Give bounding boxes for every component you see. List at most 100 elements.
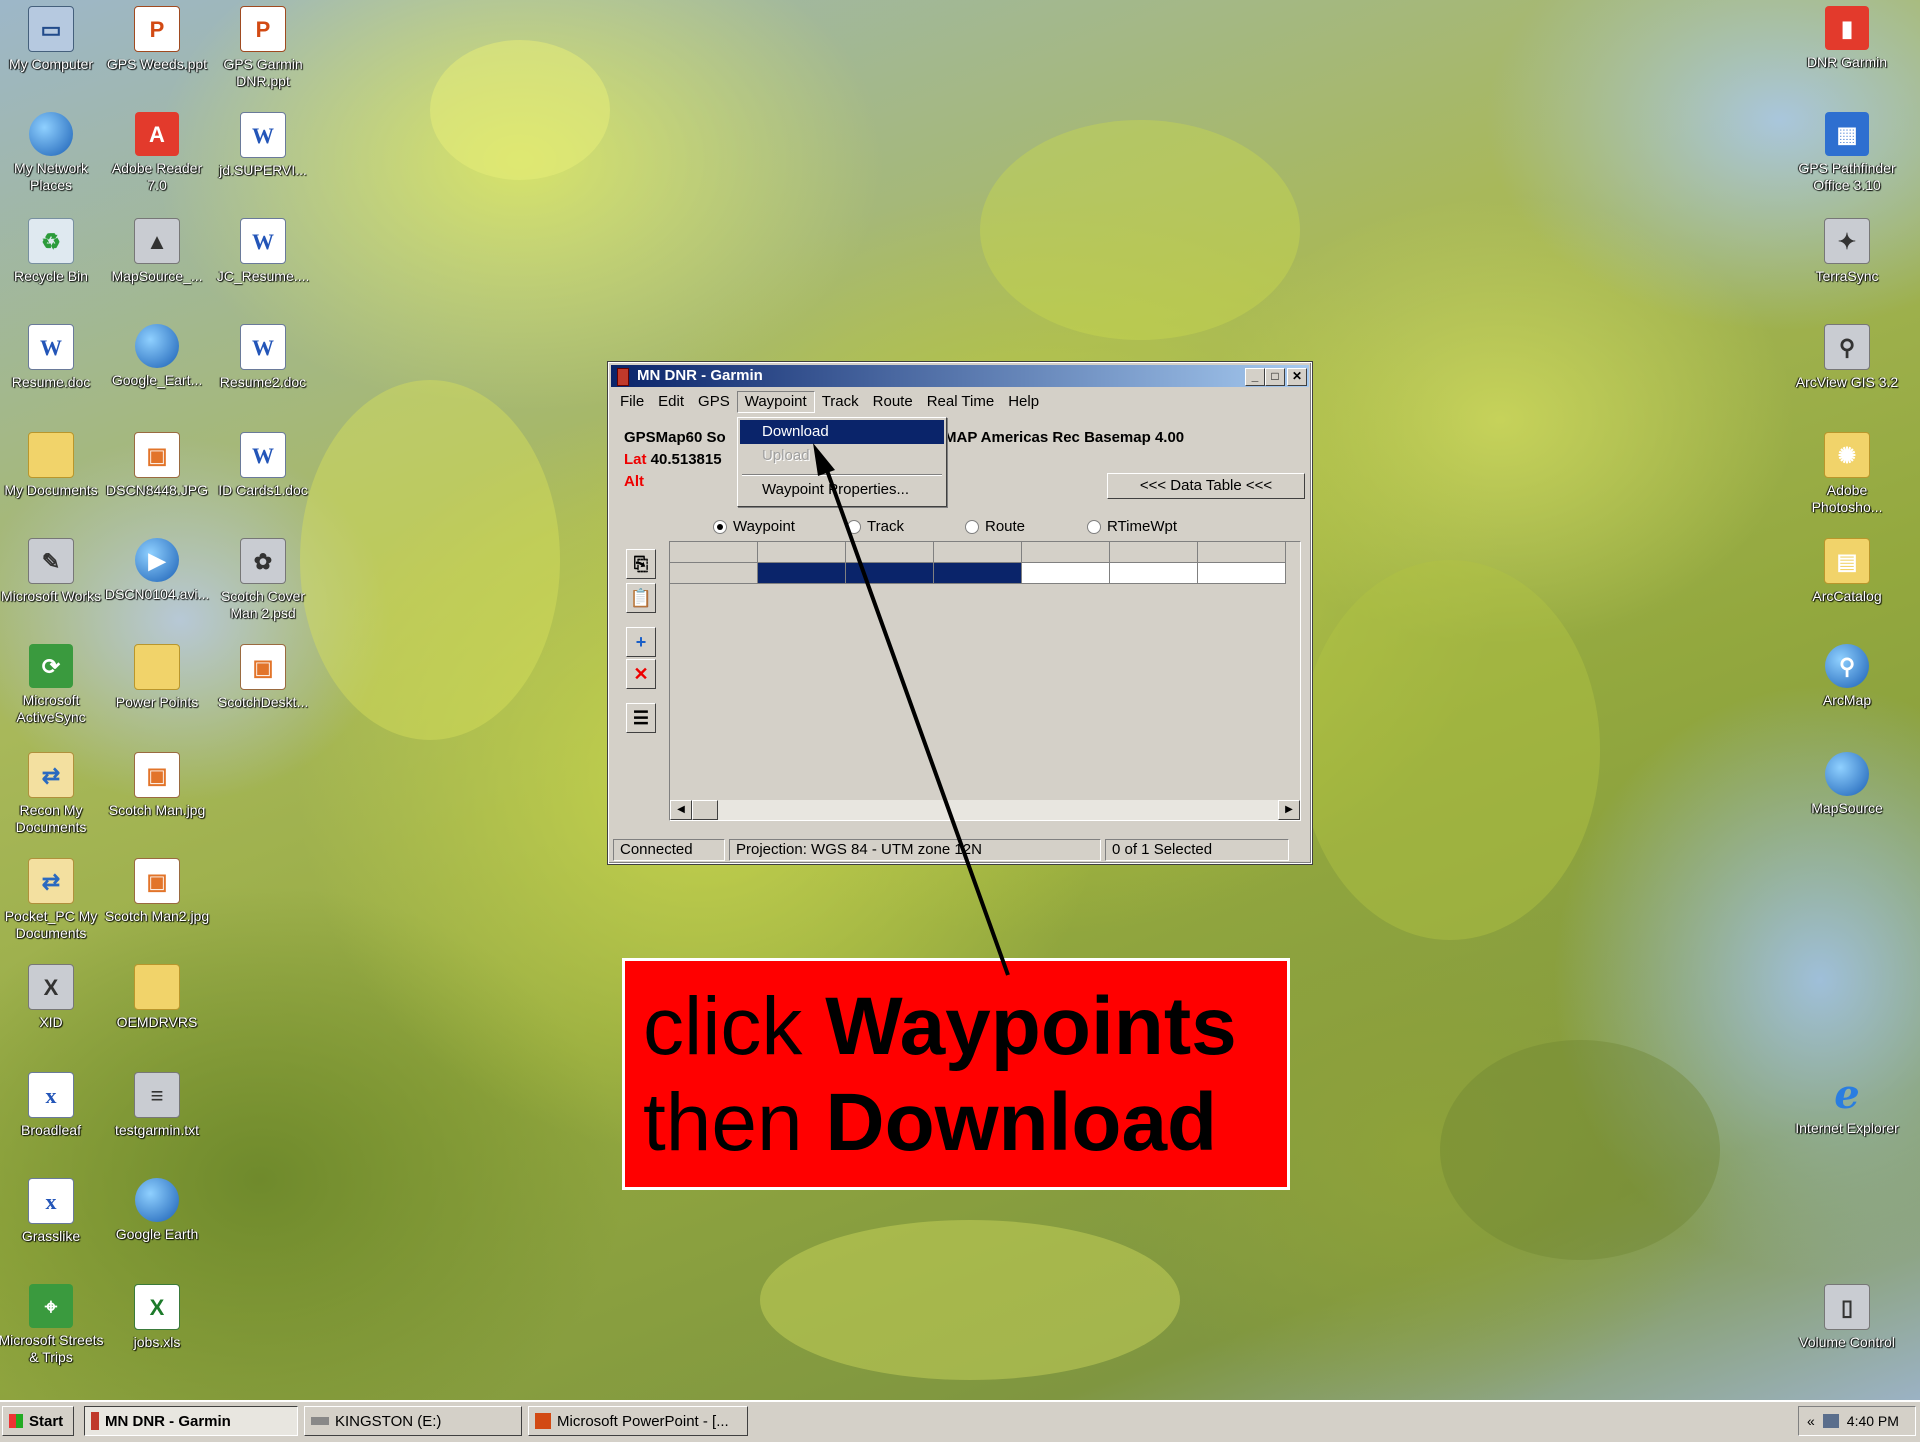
desktop-icon-scotch-man2-jpg[interactable]: ▣ Scotch Man2.jpg [104,858,210,925]
desktop-icon-dscn0104[interactable]: ▶ DSCN0104.avi... [104,538,210,603]
desktop-icon-streets-trips[interactable]: ⌖ Microsoft Streets & Trips [0,1284,104,1366]
desktop-icon-google-earth-installer[interactable]: Google_Eart... [104,324,210,389]
desktop-icon-mapsource[interactable]: MapSource [1794,752,1900,817]
properties-button[interactable]: ☰ [626,703,656,733]
desktop-icon-scotch-man-jpg[interactable]: ▣ Scotch Man.jpg [104,752,210,819]
menu-real-time[interactable]: Real Time [920,391,1002,413]
desktop-icon-jc-resume[interactable]: W JC_Resume.... [210,218,316,285]
scroll-thumb[interactable] [692,800,718,820]
word-document-icon: W [240,432,286,478]
desktop-icon-broadleaf[interactable]: x Broadleaf [0,1072,104,1139]
desktop-icon-power-points[interactable]: Power Points [104,644,210,711]
waypoint-table[interactable]: ◀ ▶ [669,541,1301,821]
paste-button[interactable]: 📋 [626,583,656,613]
window-titlebar[interactable]: MN DNR - Garmin _ □ ✕ [611,365,1309,387]
table-cell[interactable] [1198,563,1286,584]
desktop-icon-scotchdeskt[interactable]: ▣ ScotchDeskt... [210,644,316,711]
desktop-icon-gps-pathfinder[interactable]: ▦ GPS Pathfinder Office 3.10 [1794,112,1900,194]
table-cell[interactable] [1110,563,1198,584]
menu-bar: File Edit GPS Waypoint Track Route Real … [613,391,1046,413]
data-table-button[interactable]: <<< Data Table <<< [1107,473,1305,499]
desktop-icon-resume2-doc[interactable]: W Resume2.doc [210,324,316,391]
desktop-icon-google-earth[interactable]: Google Earth [104,1178,210,1243]
table-cell[interactable] [1022,563,1110,584]
menu-route[interactable]: Route [866,391,920,413]
menu-gps[interactable]: GPS [691,391,737,413]
taskbar: Start MN DNR - Garmin KINGSTON (E:) Micr… [0,1400,1920,1442]
radio-route[interactable]: Route [965,518,1025,535]
radio-rtimewpt[interactable]: RTimeWpt [1087,518,1177,535]
desktop-icon-microsoft-works[interactable]: ✎ Microsoft Works [0,538,104,605]
desktop-icon-resume-doc[interactable]: W Resume.doc [0,324,104,391]
menu-item-download[interactable]: Download [740,420,944,444]
clock[interactable]: 4:40 PM [1847,1413,1899,1429]
menu-item-waypoint-properties[interactable]: Waypoint Properties... [740,478,944,502]
desktop-icon-gps-weeds[interactable]: P GPS Weeds.ppt [104,6,210,73]
menu-edit[interactable]: Edit [651,391,691,413]
close-button[interactable]: ✕ [1287,368,1307,386]
start-button[interactable]: Start [2,1406,74,1436]
delete-button[interactable]: ✕ [626,659,656,689]
desktop-icon-terrasync[interactable]: ✦ TerraSync [1794,218,1900,285]
menu-help[interactable]: Help [1001,391,1046,413]
desktop-icon-photoshop[interactable]: ✺ Adobe Photosho... [1794,432,1900,516]
desktop-icon-id-cards1[interactable]: W ID Cards1.doc [210,432,316,499]
xid-icon: X [28,964,74,1010]
network-tray-icon[interactable] [1822,1414,1839,1428]
menu-track[interactable]: Track [815,391,866,413]
window-title: MN DNR - Garmin [637,367,763,384]
desktop-icon-my-network-places[interactable]: My Network Places [0,112,104,194]
desktop-icon-my-documents[interactable]: My Documents [0,432,104,499]
tray-expand-icon[interactable]: « [1807,1413,1815,1429]
powerpoint-icon [535,1413,551,1429]
table-cell-selected[interactable] [846,563,934,584]
desktop-icon-activesync[interactable]: ⟳ Microsoft ActiveSync [0,644,104,726]
desktop-icon-grasslike[interactable]: x Grasslike [0,1178,104,1245]
arcmap-icon: ⚲ [1825,644,1869,688]
desktop-icon-dnr-garmin[interactable]: ▮ DNR Garmin [1794,6,1900,71]
desktop-icon-oemdrvrs[interactable]: OEMDRVRS [104,964,210,1031]
desktop-icon-scotch-cover-man[interactable]: ✿ Scotch Cover Man 2.psd [210,538,316,622]
radio-dot [1087,519,1101,534]
desktop-icon-jobs-xls[interactable]: Xjobs.xls [104,1284,210,1351]
desktop-icon-my-computer[interactable]: ▭ My Computer [0,6,104,73]
taskbar-item-powerpoint[interactable]: Microsoft PowerPoint - [... [528,1406,748,1436]
desktop-icon-dscn8448[interactable]: ▣ DSCN8448.JPG [104,432,210,499]
desktop-icon-jd-supervi[interactable]: Wjd.SUPERVI... [210,112,316,179]
desktop-icon-pocket-pc-documents[interactable]: ⇄ Pocket_PC My Documents [0,858,104,942]
radio-track[interactable]: Track [847,518,904,535]
table-cell-selected[interactable] [758,563,846,584]
desktop-icon-testgarmin-txt[interactable]: ≡ testgarmin.txt [104,1072,210,1139]
desktop-icon-volume-control[interactable]: ▯ Volume Control [1794,1284,1900,1351]
terrasync-icon: ✦ [1824,218,1870,264]
radio-waypoint[interactable]: Waypoint [713,518,795,535]
device-name: GPSMap60 So [624,429,726,446]
desktop-icon-arccatalog[interactable]: ▤ ArcCatalog [1794,538,1900,605]
desktop-icon-adobe-reader[interactable]: A Adobe Reader 7.0 [104,112,210,194]
minimize-button[interactable]: _ [1245,368,1265,386]
menu-waypoint[interactable]: Waypoint [736,391,815,413]
desktop-icon-recycle-bin[interactable]: ♻ Recycle Bin [0,218,104,285]
desktop-icon-gps-garmin-dnr[interactable]: P GPS Garmin DNR.ppt [210,6,316,90]
desktop-icon-internet-explorer[interactable]: e Internet Explorer [1794,1072,1900,1137]
desktop-icon-arcview[interactable]: ⚲ ArcView GIS 3.2 [1794,324,1900,391]
scroll-right-arrow-icon[interactable]: ▶ [1278,800,1300,820]
horizontal-scrollbar[interactable]: ◀ ▶ [670,800,1300,820]
network-places-icon [29,112,73,156]
taskbar-item-kingston[interactable]: KINGSTON (E:) [304,1406,522,1436]
scroll-left-arrow-icon[interactable]: ◀ [670,800,692,820]
menu-file[interactable]: File [613,391,651,413]
desktop-icon-xid[interactable]: X XID [0,964,104,1031]
maximize-button[interactable]: □ [1265,368,1285,386]
internet-explorer-icon: e [1834,1070,1860,1118]
desktop-icon-mapsource-installer[interactable]: ▲ MapSource_... [104,218,210,285]
table-row-header[interactable] [670,563,758,584]
table-cell-selected[interactable] [934,563,1022,584]
menu-item-upload[interactable]: Upload [740,444,944,468]
desktop-icon-arcmap[interactable]: ⚲ ArcMap [1794,644,1900,709]
desktop-icon-recon-my-documents[interactable]: ⇄ Recon My Documents [0,752,104,836]
radio-dot [847,519,861,534]
taskbar-item-garmin[interactable]: MN DNR - Garmin [84,1406,298,1436]
copy-button[interactable]: ⎘ [626,549,656,579]
add-button[interactable]: + [626,627,656,657]
